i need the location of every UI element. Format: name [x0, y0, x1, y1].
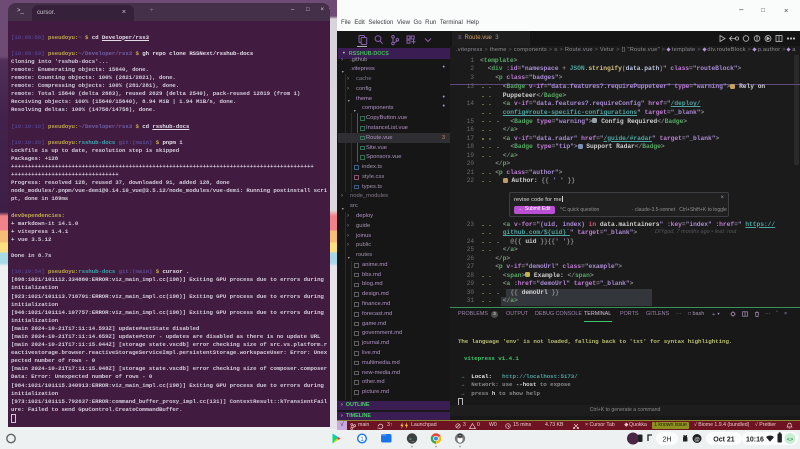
svg-text:_: _ — [411, 438, 415, 443]
svg-text:2H: 2H — [663, 437, 672, 444]
svg-text:Oct 21: Oct 21 — [713, 436, 735, 443]
svg-text:<>: <> — [787, 436, 794, 443]
svg-text:@: @ — [694, 437, 700, 443]
svg-text:10:16: 10:16 — [746, 436, 764, 443]
